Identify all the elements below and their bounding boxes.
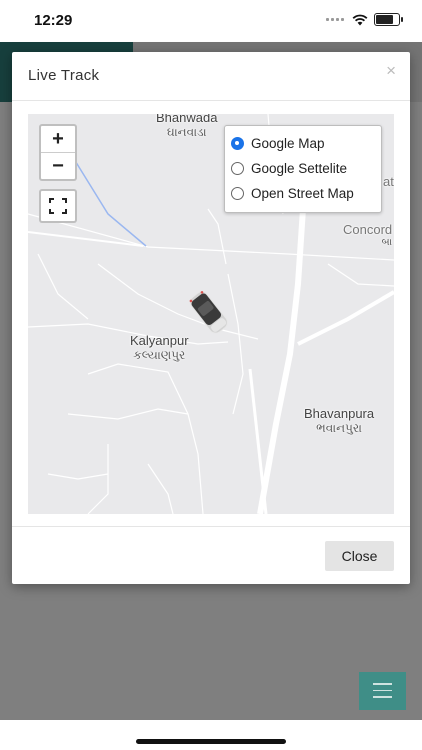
place-local-name: ભવાનપુરા (316, 421, 362, 435)
place-label-top: Bhanwada ઘાનવાડા (156, 114, 217, 140)
battery-icon (374, 13, 403, 26)
place-name: Bhanwada (156, 114, 218, 125)
place-name: Kalyanpur (130, 333, 189, 348)
map-view[interactable]: Bhanwada ઘાનવાડા Kalyanpur કલ્યાણપુર Bha… (28, 114, 394, 514)
layer-option-google-map[interactable]: Google Map (231, 132, 325, 154)
live-track-modal: Live Track × Bhanwada ઘાનવાડા Kalyanpur … (12, 52, 410, 584)
modal-title: Live Track (28, 67, 100, 84)
radio-icon[interactable] (231, 186, 244, 200)
place-local-name: બા (381, 237, 393, 248)
close-button[interactable]: Close (325, 541, 394, 571)
car-icon[interactable] (187, 289, 230, 336)
status-bar: 12:29 (0, 0, 422, 42)
layer-option-open-street-map[interactable]: Open Street Map (231, 182, 354, 204)
close-icon[interactable]: × (386, 61, 396, 81)
hamburger-icon (373, 683, 392, 703)
place-local-name: કલ્યાણપુર (133, 348, 186, 362)
place-label-kalyanpur: Kalyanpur કલ્યાણપુર (130, 333, 189, 363)
wifi-icon (352, 14, 368, 25)
place-label-bhavanpura: Bhavanpura ભવાનપુરા (304, 406, 374, 436)
zoom-in-button[interactable]: + (41, 126, 75, 153)
layer-label: Open Street Map (251, 185, 354, 201)
place-label-concord: Concord બા (343, 222, 392, 248)
fullscreen-icon (49, 198, 67, 214)
status-time: 12:29 (34, 12, 73, 29)
zoom-control: + − (39, 124, 77, 181)
place-name: Concord (343, 222, 393, 237)
home-area (0, 720, 422, 750)
layer-option-google-satellite[interactable]: Google Settelite (231, 157, 347, 179)
place-local-name: ઘાનવાડા (166, 125, 207, 139)
menu-button[interactable] (359, 672, 406, 710)
layer-label: Google Map (251, 135, 325, 151)
radio-selected-icon[interactable] (231, 136, 244, 150)
place-name: Bhavanpura (304, 406, 375, 421)
signal-icon (326, 18, 344, 21)
status-icons (326, 13, 403, 26)
zoom-out-button[interactable]: − (41, 153, 75, 179)
place-label-right-edge: at (383, 174, 394, 189)
layer-label: Google Settelite (251, 160, 348, 176)
radio-icon[interactable] (231, 161, 244, 175)
fullscreen-button[interactable] (39, 189, 77, 223)
modal-header: Live Track × (12, 52, 410, 101)
modal-footer: Close (12, 526, 410, 585)
home-indicator[interactable] (136, 739, 286, 744)
map-layer-switcher: Google Map Google Settelite Open Street … (224, 125, 382, 213)
